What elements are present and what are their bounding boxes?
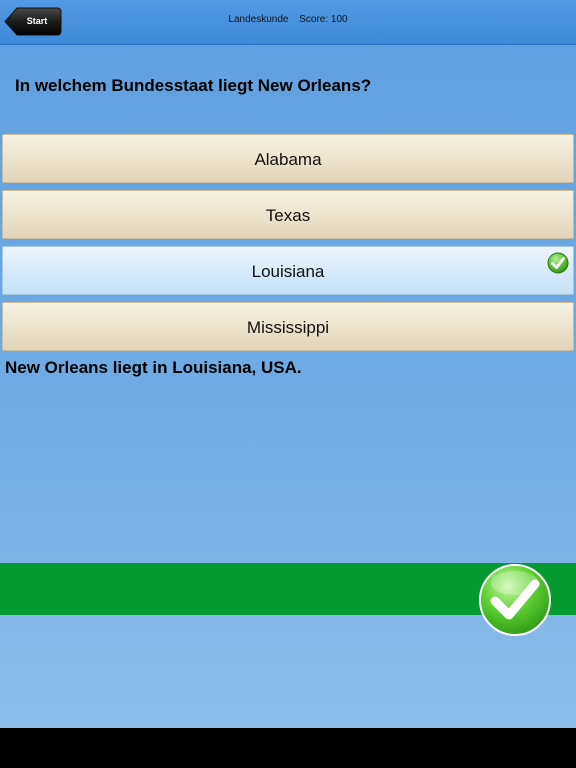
quiz-screen: Start Landeskunde Score: 100 In welchem … [0, 0, 576, 728]
answer-option-mississippi[interactable]: Mississippi [2, 302, 574, 351]
score-label: Score: 100 [299, 14, 348, 25]
explanation-text: New Orleans liegt in Louisiana, USA. [5, 358, 302, 377]
answer-option-louisiana[interactable]: Louisiana [2, 246, 574, 295]
correct-check-icon [547, 252, 569, 274]
answer-label: Alabama [254, 150, 322, 169]
answer-label: Texas [265, 206, 311, 225]
bottom-black-bar [0, 728, 576, 768]
question-text: In welchem Bundesstaat liegt New Orleans… [15, 76, 372, 95]
category-label: Landeskunde [228, 14, 289, 25]
answer-label: Mississippi [246, 318, 330, 337]
start-back-button[interactable]: Start [4, 7, 62, 36]
answer-option-alabama[interactable]: Alabama [2, 134, 574, 183]
checkmark-icon[interactable] [478, 563, 552, 637]
answer-label: Louisiana [251, 262, 325, 281]
start-button-label: Start [26, 16, 48, 26]
answer-option-texas[interactable]: Texas [2, 190, 574, 239]
nav-title: Landeskunde Score: 100 [0, 0, 576, 40]
navigation-bar: Start Landeskunde Score: 100 [0, 0, 576, 45]
